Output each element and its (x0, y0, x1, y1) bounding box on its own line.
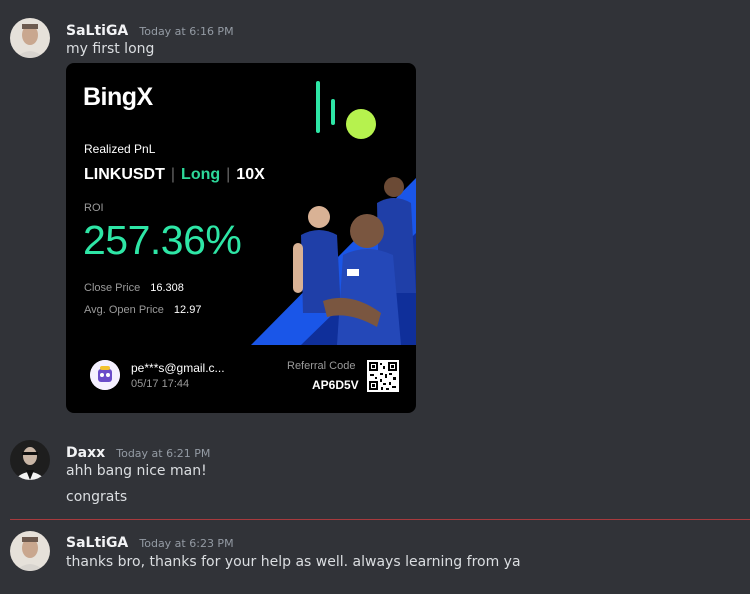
user-email: pe***s@gmail.c... (131, 361, 225, 375)
open-price-label: Avg. Open Price (84, 304, 164, 316)
username[interactable]: SaLtiGA (66, 23, 128, 39)
roi-label: ROI (84, 202, 104, 214)
message-text: my first long (66, 41, 155, 57)
avatar[interactable] (10, 531, 50, 571)
username[interactable]: Daxx (66, 445, 105, 461)
timestamp: Today at 6:16 PM (139, 25, 234, 38)
position-direction: Long (181, 166, 221, 183)
avatar[interactable] (10, 440, 50, 480)
message-text: ahh bang nice man! (66, 463, 207, 479)
timestamp: Today at 6:23 PM (139, 537, 234, 550)
user-avatar (90, 360, 120, 390)
roi-value: 257.36% (83, 217, 242, 263)
qr-code-icon (367, 360, 399, 392)
referral-code: AP6D5V (312, 378, 359, 392)
open-price-row: Avg. Open Price 12.97 (84, 304, 201, 316)
team-players-graphic (251, 177, 416, 345)
timestamp: Today at 6:21 PM (116, 447, 211, 460)
message-group: SaLtiGA Today at 6:16 PM my first long B… (0, 0, 750, 420)
realized-pnl-label: Realized PnL (84, 142, 156, 156)
pnl-share-card[interactable]: BingX Realized PnL LINKUSDT | Long | 10X ROI… (66, 63, 416, 413)
message-text: thanks bro, thanks for your help as well… (66, 554, 521, 570)
share-date: 05/17 17:44 (131, 378, 190, 390)
close-price-value: 16.308 (150, 282, 184, 294)
trading-pair: LINKUSDT (84, 166, 165, 183)
close-price-label: Close Price (84, 282, 141, 294)
message-group: SaLtiGA Today at 6:23 PM thanks bro, tha… (0, 525, 750, 594)
brand-logo: BingX (83, 83, 153, 111)
position-summary: LINKUSDT | Long | 10X (84, 166, 265, 183)
new-messages-divider (10, 519, 750, 520)
message-group: Daxx Today at 6:21 PM ahh bang nice man!… (0, 430, 750, 510)
brand-decoration-icon (316, 81, 376, 139)
avatar[interactable] (10, 18, 50, 58)
open-price-value: 12.97 (173, 304, 202, 316)
username[interactable]: SaLtiGA (66, 535, 128, 551)
close-price-row: Close Price 16.308 (84, 282, 184, 294)
referral-code-label: Referral Code (287, 360, 356, 372)
message-text: congrats (66, 489, 128, 505)
